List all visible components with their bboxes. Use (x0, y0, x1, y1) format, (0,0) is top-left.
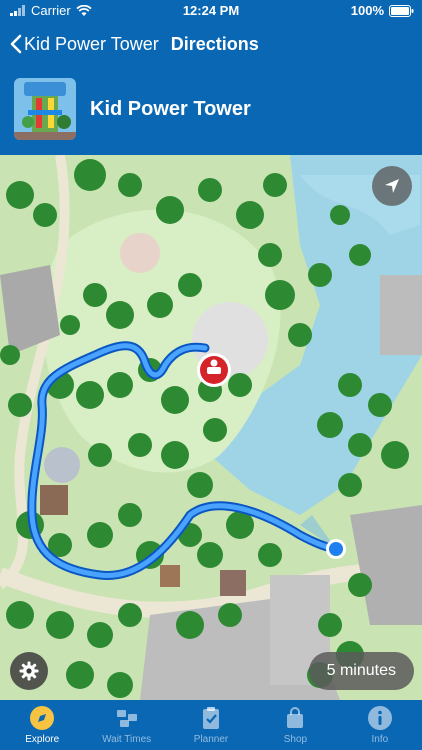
tab-bar: Explore Wait Times Planner Shop Info (0, 700, 422, 750)
clipboard-icon (203, 707, 220, 729)
location-arrow-icon (385, 179, 399, 193)
attraction-name: Kid Power Tower (90, 97, 251, 120)
tab-info[interactable]: Info (338, 700, 422, 750)
status-bar: Carrier 12:24 PM 100% (0, 0, 422, 22)
attraction-header: Kid Power Tower (14, 78, 251, 140)
locate-me-button[interactable] (372, 166, 412, 206)
battery-icon (389, 4, 414, 17)
info-icon (367, 706, 392, 730)
navigation-bar: Kid Power Tower Directions (0, 28, 422, 60)
tab-shop[interactable]: Shop (253, 700, 337, 750)
gear-icon (19, 661, 39, 681)
park-map[interactable] (0, 155, 422, 700)
destination-pin[interactable] (197, 353, 231, 387)
tab-planner[interactable]: Planner (169, 700, 253, 750)
tab-label: Shop (283, 734, 308, 745)
tab-label: Wait Times (102, 734, 152, 745)
header: Carrier 12:24 PM 100% Kid Power Tower Di… (0, 0, 422, 155)
compass-icon (30, 706, 55, 730)
battery-info: 100% (351, 3, 414, 18)
battery-percent: 100% (350, 3, 384, 18)
tab-explore[interactable]: Explore (0, 700, 84, 750)
eta-badge: 5 minutes (308, 652, 414, 690)
tab-wait-times[interactable]: Wait Times (84, 700, 168, 750)
back-button[interactable]: Kid Power Tower (0, 34, 159, 55)
page-title: Directions (170, 33, 259, 54)
building (380, 275, 422, 355)
attraction-thumbnail (14, 78, 76, 140)
eta-text: 5 minutes (326, 662, 396, 679)
tab-label: Info (371, 734, 389, 745)
chevron-left-icon (10, 34, 22, 54)
blocks-icon (116, 710, 137, 727)
building (350, 505, 422, 625)
tab-label: Explore (25, 734, 60, 745)
back-button-label: Kid Power Tower (24, 33, 159, 54)
map-settings-button[interactable] (10, 652, 48, 690)
map-canvas (0, 155, 422, 700)
shopping-bag-icon (287, 707, 304, 728)
tab-label: Planner (193, 734, 229, 745)
